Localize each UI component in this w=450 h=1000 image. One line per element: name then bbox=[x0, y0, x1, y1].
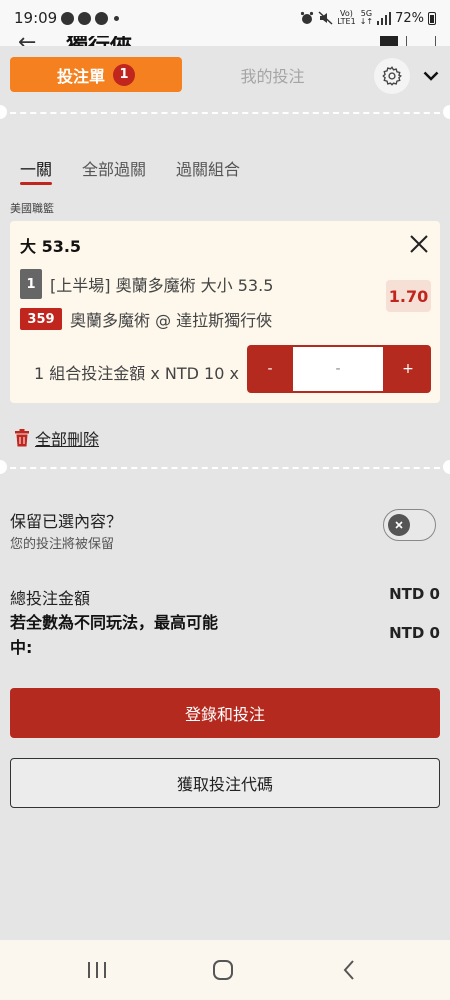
bet-selection: 大 53.5 bbox=[20, 237, 82, 256]
volte-bottom-text: LTE1 bbox=[337, 17, 356, 26]
settings-button[interactable] bbox=[374, 58, 410, 94]
betslip-top-bar: 投注單 1 我的投注 bbox=[10, 57, 442, 94]
toggle-knob bbox=[388, 514, 410, 536]
divider-notch-left bbox=[0, 105, 7, 119]
max-win-value: NTD 0 bbox=[389, 624, 440, 642]
keep-selection-subtitle: 您的投注將被保留 bbox=[10, 537, 115, 552]
bet-card: 大 53.5 1 [上半場] 奧蘭多魔術 大小 53.5 359 奧蘭多魔術 @… bbox=[10, 221, 440, 403]
delete-all-label: 全部刪除 bbox=[35, 430, 100, 449]
chevron-down-icon bbox=[423, 71, 439, 81]
odds-value: 1.70 bbox=[386, 280, 431, 312]
notification-dot-icon bbox=[114, 15, 120, 21]
chrome-icon bbox=[78, 11, 92, 25]
home-button[interactable] bbox=[208, 958, 238, 982]
divider-notch-right bbox=[443, 105, 450, 119]
tab-single[interactable]: 一關 bbox=[20, 156, 53, 186]
tab-parlay-combo[interactable]: 過關組合 bbox=[176, 156, 240, 186]
stake-label: 1 組合投注金額 x NTD 10 x bbox=[34, 364, 239, 383]
mute-icon bbox=[318, 11, 333, 25]
market-row: 1 [上半場] 奧蘭多魔術 大小 53.5 bbox=[20, 269, 273, 299]
remove-bet-button[interactable] bbox=[408, 233, 430, 255]
system-navigation-bar bbox=[0, 940, 450, 1000]
bet-type-tabs: 一關 全部過關 過關組合 bbox=[20, 156, 240, 186]
divider-notch-left bbox=[0, 460, 7, 474]
increase-button[interactable]: + bbox=[385, 345, 431, 393]
match-row: 359 奧蘭多魔術 @ 達拉斯獨行俠 bbox=[20, 307, 272, 331]
clock: 19:09 bbox=[14, 9, 58, 27]
match-text: 奧蘭多魔術 @ 達拉斯獨行俠 bbox=[70, 311, 273, 330]
trash-icon bbox=[15, 429, 29, 447]
tab-betslip[interactable]: 投注單 1 bbox=[10, 57, 182, 92]
get-bet-code-button[interactable]: 獲取投注代碼 bbox=[10, 758, 440, 808]
network-type-indicator: 5G ↓↑ bbox=[360, 10, 373, 26]
divider-notch-right bbox=[443, 460, 450, 474]
stake-stepper: - - + bbox=[247, 345, 431, 393]
home-icon bbox=[213, 960, 233, 980]
delete-all-button[interactable]: 全部刪除 bbox=[14, 426, 99, 450]
betslip-count-badge: 1 bbox=[113, 63, 135, 86]
data-arrows-text: ↓↑ bbox=[359, 17, 374, 26]
max-win-label: 若全數為不同玩法，最高可能中: bbox=[10, 613, 219, 657]
total-stake-label: 總投注金額 bbox=[10, 589, 91, 608]
battery-icon bbox=[428, 11, 436, 25]
signal-icon bbox=[377, 11, 392, 25]
status-bar: 19:09 Vo) LTE1 5G ↓↑ 72% bbox=[0, 0, 450, 36]
volte-indicator: Vo) LTE1 bbox=[337, 10, 355, 26]
match-code-tag: 359 bbox=[20, 308, 62, 330]
market-text: [上半場] 奧蘭多魔術 大小 53.5 bbox=[50, 276, 274, 295]
back-button[interactable] bbox=[334, 958, 364, 982]
basketball-icon bbox=[95, 11, 109, 25]
x-icon bbox=[395, 521, 403, 529]
tab-all-parlay[interactable]: 全部過關 bbox=[82, 156, 146, 186]
tab-my-bets[interactable]: 我的投注 bbox=[195, 57, 350, 92]
login-and-bet-button[interactable]: 登錄和投注 bbox=[10, 688, 440, 738]
divider bbox=[0, 112, 450, 114]
chrome-icon bbox=[61, 11, 75, 25]
divider bbox=[0, 467, 450, 469]
recent-apps-icon bbox=[88, 962, 106, 978]
betslip-tab-label: 投注單 bbox=[56, 66, 105, 86]
betslip-sheet: 投注單 1 我的投注 一關 全部過關 過關組合 美國職籃 大 53.5 1 [上… bbox=[0, 46, 450, 940]
keep-selection-toggle[interactable] bbox=[383, 509, 436, 541]
gear-icon bbox=[382, 66, 402, 86]
keep-selection-title: 保留已選內容？ bbox=[10, 512, 123, 531]
close-icon bbox=[410, 235, 428, 253]
battery-percent: 72% bbox=[395, 10, 424, 26]
status-bar-right: Vo) LTE1 5G ↓↑ 72% bbox=[300, 10, 436, 26]
stake-input[interactable]: - bbox=[293, 347, 383, 391]
collapse-button[interactable] bbox=[420, 65, 442, 87]
decrease-button[interactable]: - bbox=[247, 345, 293, 393]
total-stake-value: NTD 0 bbox=[389, 585, 440, 603]
period-tag: 1 bbox=[20, 269, 42, 299]
back-icon bbox=[343, 960, 354, 980]
recent-apps-button[interactable] bbox=[82, 958, 112, 982]
league-name: 美國職籃 bbox=[10, 202, 54, 215]
status-bar-left: 19:09 bbox=[14, 9, 120, 27]
alarm-icon bbox=[301, 11, 314, 24]
